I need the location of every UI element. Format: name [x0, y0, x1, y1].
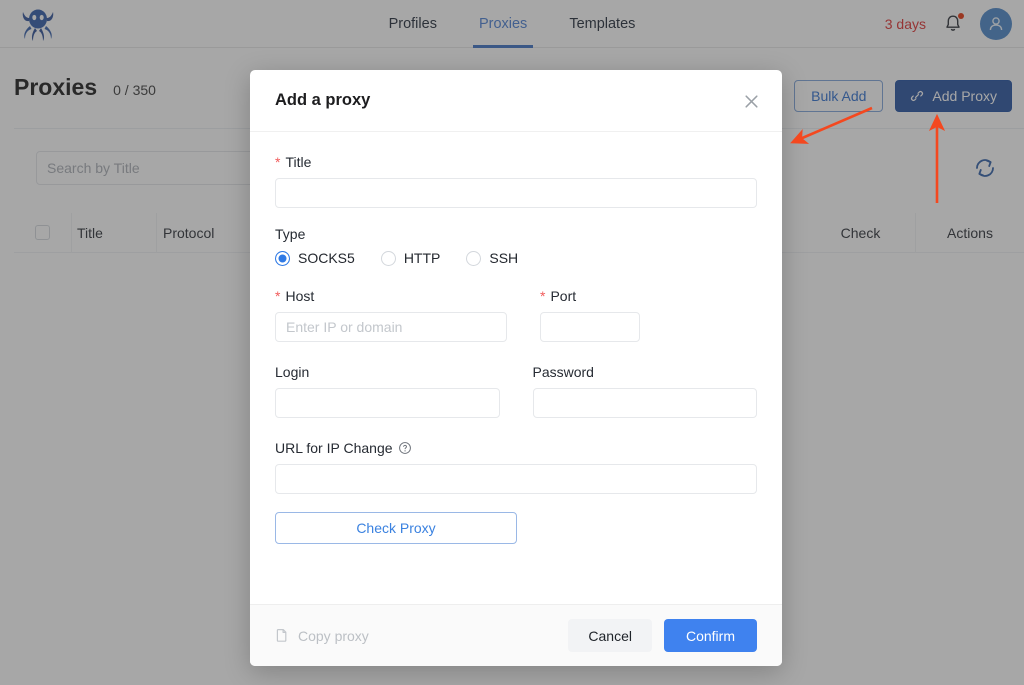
required-marker: *: [540, 288, 546, 304]
radio-label-ssh: SSH: [489, 250, 519, 266]
label-host-text: Host: [285, 288, 315, 304]
dialog-title: Add a proxy: [275, 91, 371, 109]
radio-label-http: HTTP: [403, 250, 441, 266]
radio-dot-socks5[interactable]: [275, 250, 290, 266]
field-row-login-password: Login Password: [275, 364, 757, 418]
url-ip-change-input[interactable]: [275, 464, 757, 494]
label-host: * Host: [275, 288, 507, 304]
add-proxy-dialog: Add a proxy * Title Type SOCKS5 HTTP SSH…: [250, 70, 782, 666]
label-title: * Title: [275, 154, 757, 170]
field-group-port: * Port: [540, 288, 640, 342]
field-row-host-port: * Host * Port: [275, 288, 757, 342]
label-type: Type: [275, 226, 306, 242]
host-input[interactable]: [275, 312, 507, 342]
close-icon[interactable]: [740, 90, 762, 112]
cancel-button[interactable]: Cancel: [568, 619, 652, 652]
dialog-header: Add a proxy: [250, 70, 782, 132]
help-circle-icon[interactable]: [398, 441, 412, 455]
required-marker: *: [275, 288, 281, 304]
copy-proxy-button[interactable]: Copy proxy: [275, 628, 369, 644]
copy-icon: [275, 628, 289, 643]
login-input[interactable]: [275, 388, 500, 418]
screen: Profiles Proxies Templates 3 days Proxie…: [0, 0, 1024, 685]
check-proxy-button[interactable]: Check Proxy: [275, 512, 517, 544]
label-login: Login: [275, 364, 310, 380]
type-radio-group: SOCKS5 HTTP SSH: [275, 250, 757, 266]
port-input[interactable]: [540, 312, 640, 342]
label-title-text: Title: [285, 154, 312, 170]
field-group-login: Login: [275, 364, 500, 418]
label-port: * Port: [540, 288, 640, 304]
title-input[interactable]: [275, 178, 757, 208]
label-port-text: Port: [550, 288, 577, 304]
field-group-title: * Title: [275, 154, 757, 208]
field-group-type: Type SOCKS5 HTTP SSH: [275, 226, 757, 266]
password-input[interactable]: [532, 388, 757, 418]
label-url-ip-change: URL for IP Change: [275, 440, 757, 456]
confirm-button[interactable]: Confirm: [663, 619, 757, 652]
label-url-ip-change-text: URL for IP Change: [275, 440, 393, 456]
radio-option-http[interactable]: HTTP: [380, 250, 441, 266]
copy-proxy-label: Copy proxy: [298, 627, 369, 644]
label-password: Password: [532, 364, 594, 380]
radio-option-ssh[interactable]: SSH: [466, 250, 518, 266]
field-group-url-ip-change: URL for IP Change: [275, 440, 757, 494]
dialog-body: * Title Type SOCKS5 HTTP SSH * Host Ente…: [250, 132, 782, 604]
radio-dot-http[interactable]: [380, 250, 396, 266]
dialog-footer: Copy proxy Cancel Confirm: [250, 604, 782, 666]
field-group-host: * Host: [275, 288, 507, 342]
required-marker: *: [275, 154, 281, 170]
field-group-password: Password: [532, 364, 757, 418]
radio-dot-ssh[interactable]: [466, 250, 482, 266]
radio-option-socks5[interactable]: SOCKS5: [275, 250, 355, 266]
radio-label-socks5: SOCKS5: [298, 250, 355, 266]
